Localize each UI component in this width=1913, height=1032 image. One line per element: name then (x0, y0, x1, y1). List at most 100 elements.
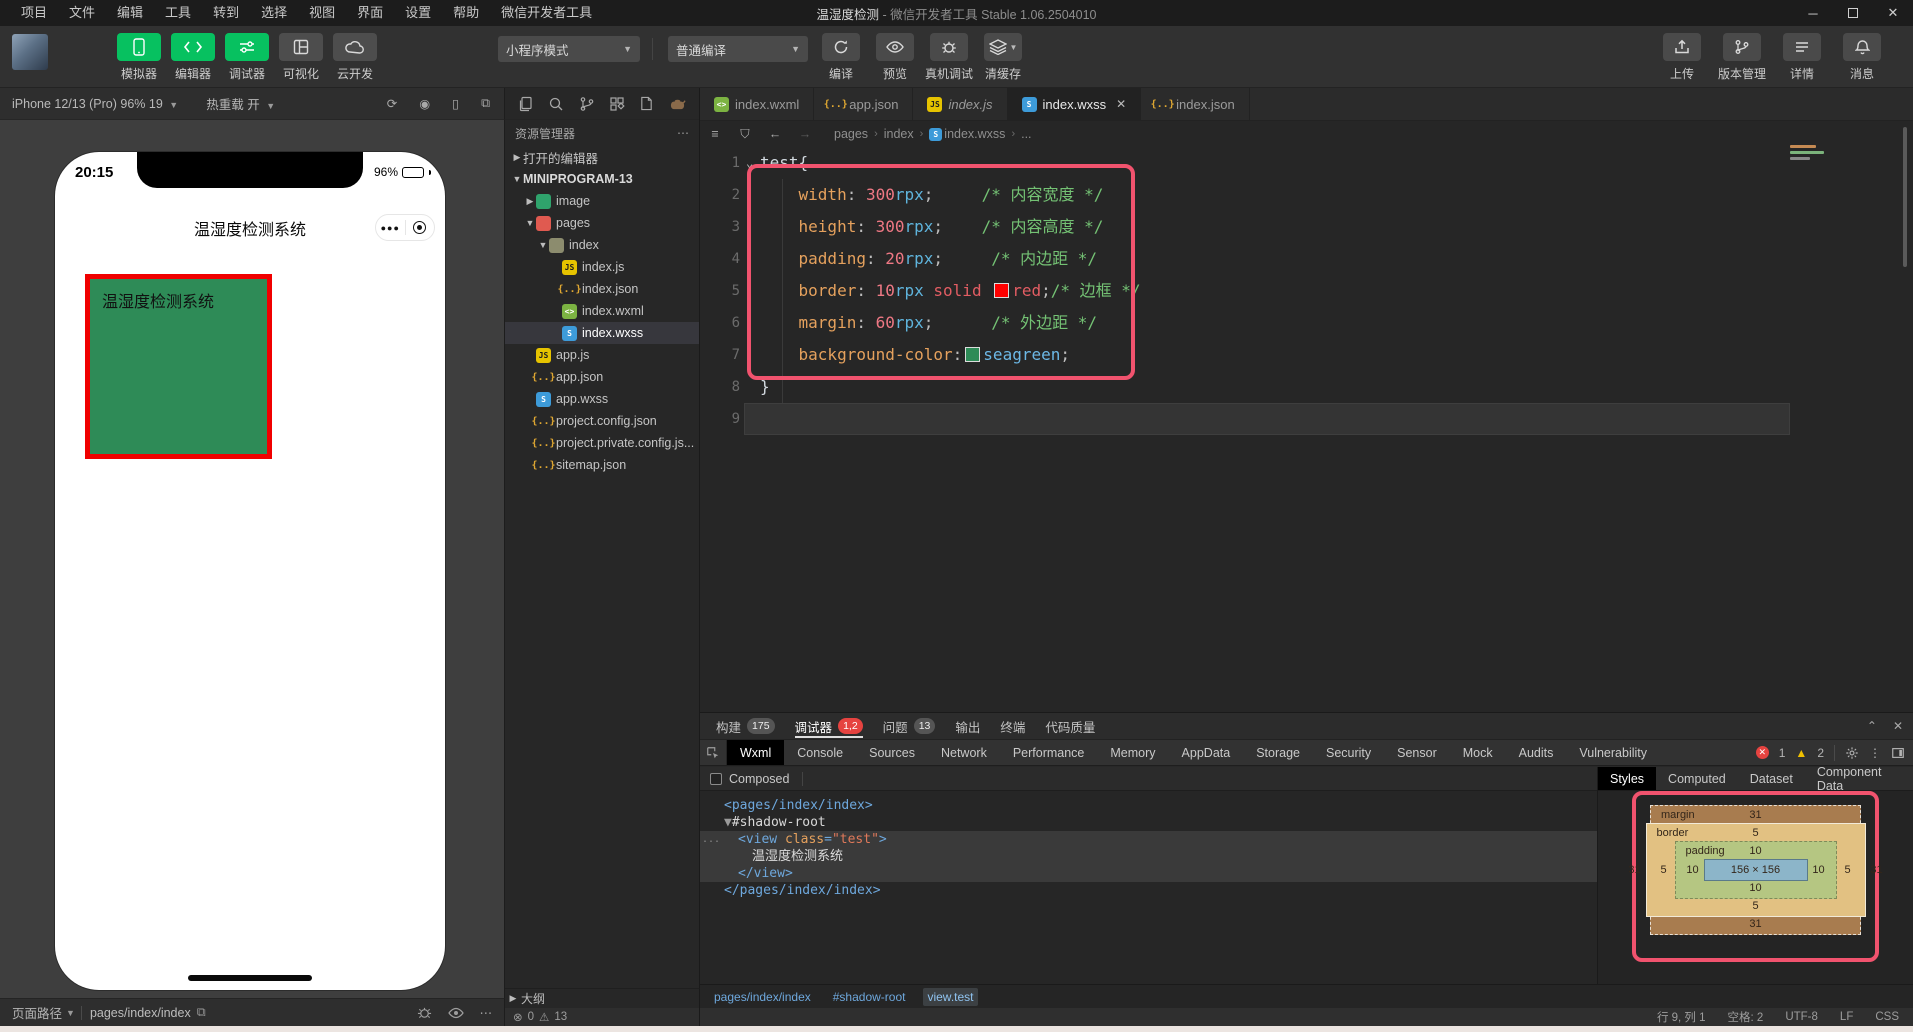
menu-item-2[interactable]: 文件 (58, 0, 106, 26)
teapot-icon[interactable] (669, 96, 686, 111)
wxml-row-2[interactable]: ▼#shadow-root (700, 814, 1597, 831)
devtools-tab-Console[interactable]: Console (784, 740, 856, 765)
menu-item-4[interactable]: 工具 (154, 0, 202, 26)
more-icon[interactable]: ●●● (376, 223, 405, 233)
styles-tab-Component Data[interactable]: Component Data (1805, 765, 1913, 793)
editor-scrollbar[interactable] (1903, 127, 1907, 267)
action-详情[interactable]: 详情 (1779, 33, 1825, 82)
close-button[interactable]: ✕ (1873, 0, 1913, 26)
devtools-tab-Audits[interactable]: Audits (1506, 740, 1567, 765)
toolbar-button-可视化[interactable]: 可视化 (278, 33, 324, 82)
tree-item-pages[interactable]: ▼ pages (505, 212, 699, 234)
wxml-row-4[interactable]: 温湿度检测系统 (700, 848, 1597, 865)
styles-tab-Dataset[interactable]: Dataset (1738, 767, 1805, 790)
status-segment-4[interactable]: LF (1840, 1011, 1853, 1023)
page-path-label[interactable]: 页面路径 (12, 1003, 62, 1022)
menu-item-3[interactable]: 编辑 (106, 0, 154, 26)
panel-tab-终端[interactable]: 终端 (990, 713, 1035, 739)
bug-icon[interactable] (417, 1005, 432, 1020)
tab-index.json[interactable]: {..} index.json (1141, 88, 1250, 120)
outline-icon[interactable]: ≡ (700, 127, 730, 141)
more-icon[interactable]: ⋯ (480, 1005, 493, 1020)
tree-item-MINIPROGRAM-13[interactable]: ▼ MINIPROGRAM-13 (505, 168, 699, 190)
action-编译[interactable]: 编译 (818, 33, 864, 82)
eye-icon[interactable] (447, 1005, 464, 1021)
menu-item-10[interactable]: 帮助 (442, 0, 490, 26)
toolbar-button-模拟器[interactable]: 模拟器 (116, 33, 162, 82)
git-branch-icon[interactable] (579, 96, 595, 112)
composed-checkbox[interactable] (710, 772, 722, 785)
menu-item-1[interactable]: 项目 (10, 0, 58, 26)
forward-icon[interactable]: → (790, 127, 820, 141)
tree-item-index.wxml[interactable]: <> index.wxml (505, 300, 699, 322)
tree-item-index.js[interactable]: JS index.js (505, 256, 699, 278)
minimize-button[interactable]: ─ (1793, 0, 1833, 26)
devtools-crumb-2[interactable]: #shadow-root (829, 988, 910, 1006)
copy-icon[interactable]: ⧉ (197, 1005, 206, 1020)
panel-tab-输出[interactable]: 输出 (945, 713, 990, 739)
action-版本管理[interactable]: 版本管理 (1718, 33, 1766, 82)
devtools-tab-Memory[interactable]: Memory (1097, 740, 1168, 765)
tree-item-image[interactable]: ▶ image (505, 190, 699, 212)
more-icon[interactable]: ⋯ (677, 126, 689, 140)
compile-mode-dropdown[interactable]: 普通编译 ▼ (668, 36, 808, 62)
toolbar-button-云开发[interactable]: 云开发 (332, 33, 378, 82)
tree-item-打开的编辑器[interactable]: ▶ 打开的编辑器 (505, 146, 699, 168)
back-icon[interactable]: ← (760, 127, 790, 141)
dock-side-icon[interactable] (1891, 746, 1905, 760)
menu-item-11[interactable]: 微信开发者工具 (490, 0, 603, 26)
devtools-tab-Mock[interactable]: Mock (1450, 740, 1506, 765)
devtools-crumb-3[interactable]: view.test (923, 987, 978, 1006)
menu-item-5[interactable]: 转到 (202, 0, 250, 26)
tree-item-app.js[interactable]: JS app.js (505, 344, 699, 366)
menu-item-7[interactable]: 视图 (298, 0, 346, 26)
gear-icon[interactable] (1845, 746, 1859, 760)
mode-dropdown[interactable]: 小程序模式 ▼ (498, 36, 640, 62)
tree-item-index.json[interactable]: {..} index.json (505, 278, 699, 300)
wxml-row-5[interactable]: </view> (700, 865, 1597, 882)
files-icon[interactable] (518, 96, 534, 112)
search-icon[interactable] (548, 96, 564, 112)
tab-index.js[interactable]: JS index.js (913, 88, 1008, 120)
device-selector[interactable]: iPhone 12/13 (Pro) 96% 19 ▼ (12, 97, 178, 111)
tree-item-index[interactable]: ▼ index (505, 234, 699, 256)
tree-item-project.private.config.js...[interactable]: {..} project.private.config.js... (505, 432, 699, 454)
action-预览[interactable]: 预览 (872, 33, 918, 82)
kebab-menu-icon[interactable]: ⋮ (1869, 746, 1881, 760)
box-model[interactable]: margin 31 31 border 5 5 padding 10 10 15… (1628, 805, 1883, 935)
restart-icon[interactable]: ⟳ (387, 96, 397, 111)
menu-item-6[interactable]: 选择 (250, 0, 298, 26)
devtools-tab-AppData[interactable]: AppData (1169, 740, 1244, 765)
devtools-tab-Network[interactable]: Network (928, 740, 1000, 765)
collapse-panel-icon[interactable]: ⌃ (1867, 719, 1877, 733)
inspect-element-button[interactable] (700, 740, 727, 765)
action-真机调试[interactable]: 真机调试 (925, 33, 973, 82)
tree-item-project.config.json[interactable]: {..} project.config.json (505, 410, 699, 432)
devtools-tab-Sources[interactable]: Sources (856, 740, 928, 765)
status-segment-1[interactable]: 行 9, 列 1 (1657, 1009, 1706, 1025)
tree-item-index.wxss[interactable]: Sindex.wxss (505, 322, 699, 344)
capsule-button[interactable]: ●●● (375, 214, 435, 241)
avatar[interactable] (12, 34, 48, 70)
panel-tab-问题[interactable]: 问题 13 (873, 713, 946, 739)
close-icon[interactable]: ✕ (1116, 97, 1126, 111)
styles-tab-Styles[interactable]: Styles (1598, 767, 1657, 790)
tree-item-app.wxss[interactable]: Sapp.wxss (505, 388, 699, 410)
devtools-crumb-1[interactable]: pages/index/index (710, 988, 815, 1006)
panel-tab-代码质量[interactable]: 代码质量 (1035, 713, 1105, 739)
breadcrumb-item-...[interactable]: ... (1021, 127, 1031, 141)
close-panel-icon[interactable]: ✕ (1893, 719, 1903, 733)
multi-window-icon[interactable]: ⧉ (481, 96, 490, 111)
hot-reload-toggle[interactable]: 热重载 开 ▼ (206, 94, 275, 113)
test-view-box[interactable]: 温湿度检测系统 (85, 274, 272, 459)
devtools-tab-Wxml[interactable]: Wxml (727, 740, 785, 765)
devtools-tab-Performance[interactable]: Performance (1000, 740, 1098, 765)
minimap[interactable] (1790, 145, 1840, 163)
devtools-tab-Vulnerability[interactable]: Vulnerability (1566, 740, 1660, 765)
wxml-row-1[interactable]: <pages/index/index> (700, 797, 1597, 814)
wxml-row-3[interactable]: ... <view class="test"> (700, 831, 1597, 848)
action-上传[interactable]: 上传 (1659, 33, 1705, 82)
devtools-tab-Storage[interactable]: Storage (1243, 740, 1313, 765)
devtools-tab-Security[interactable]: Security (1313, 740, 1384, 765)
toolbar-button-调试器[interactable]: 调试器 (224, 33, 270, 82)
